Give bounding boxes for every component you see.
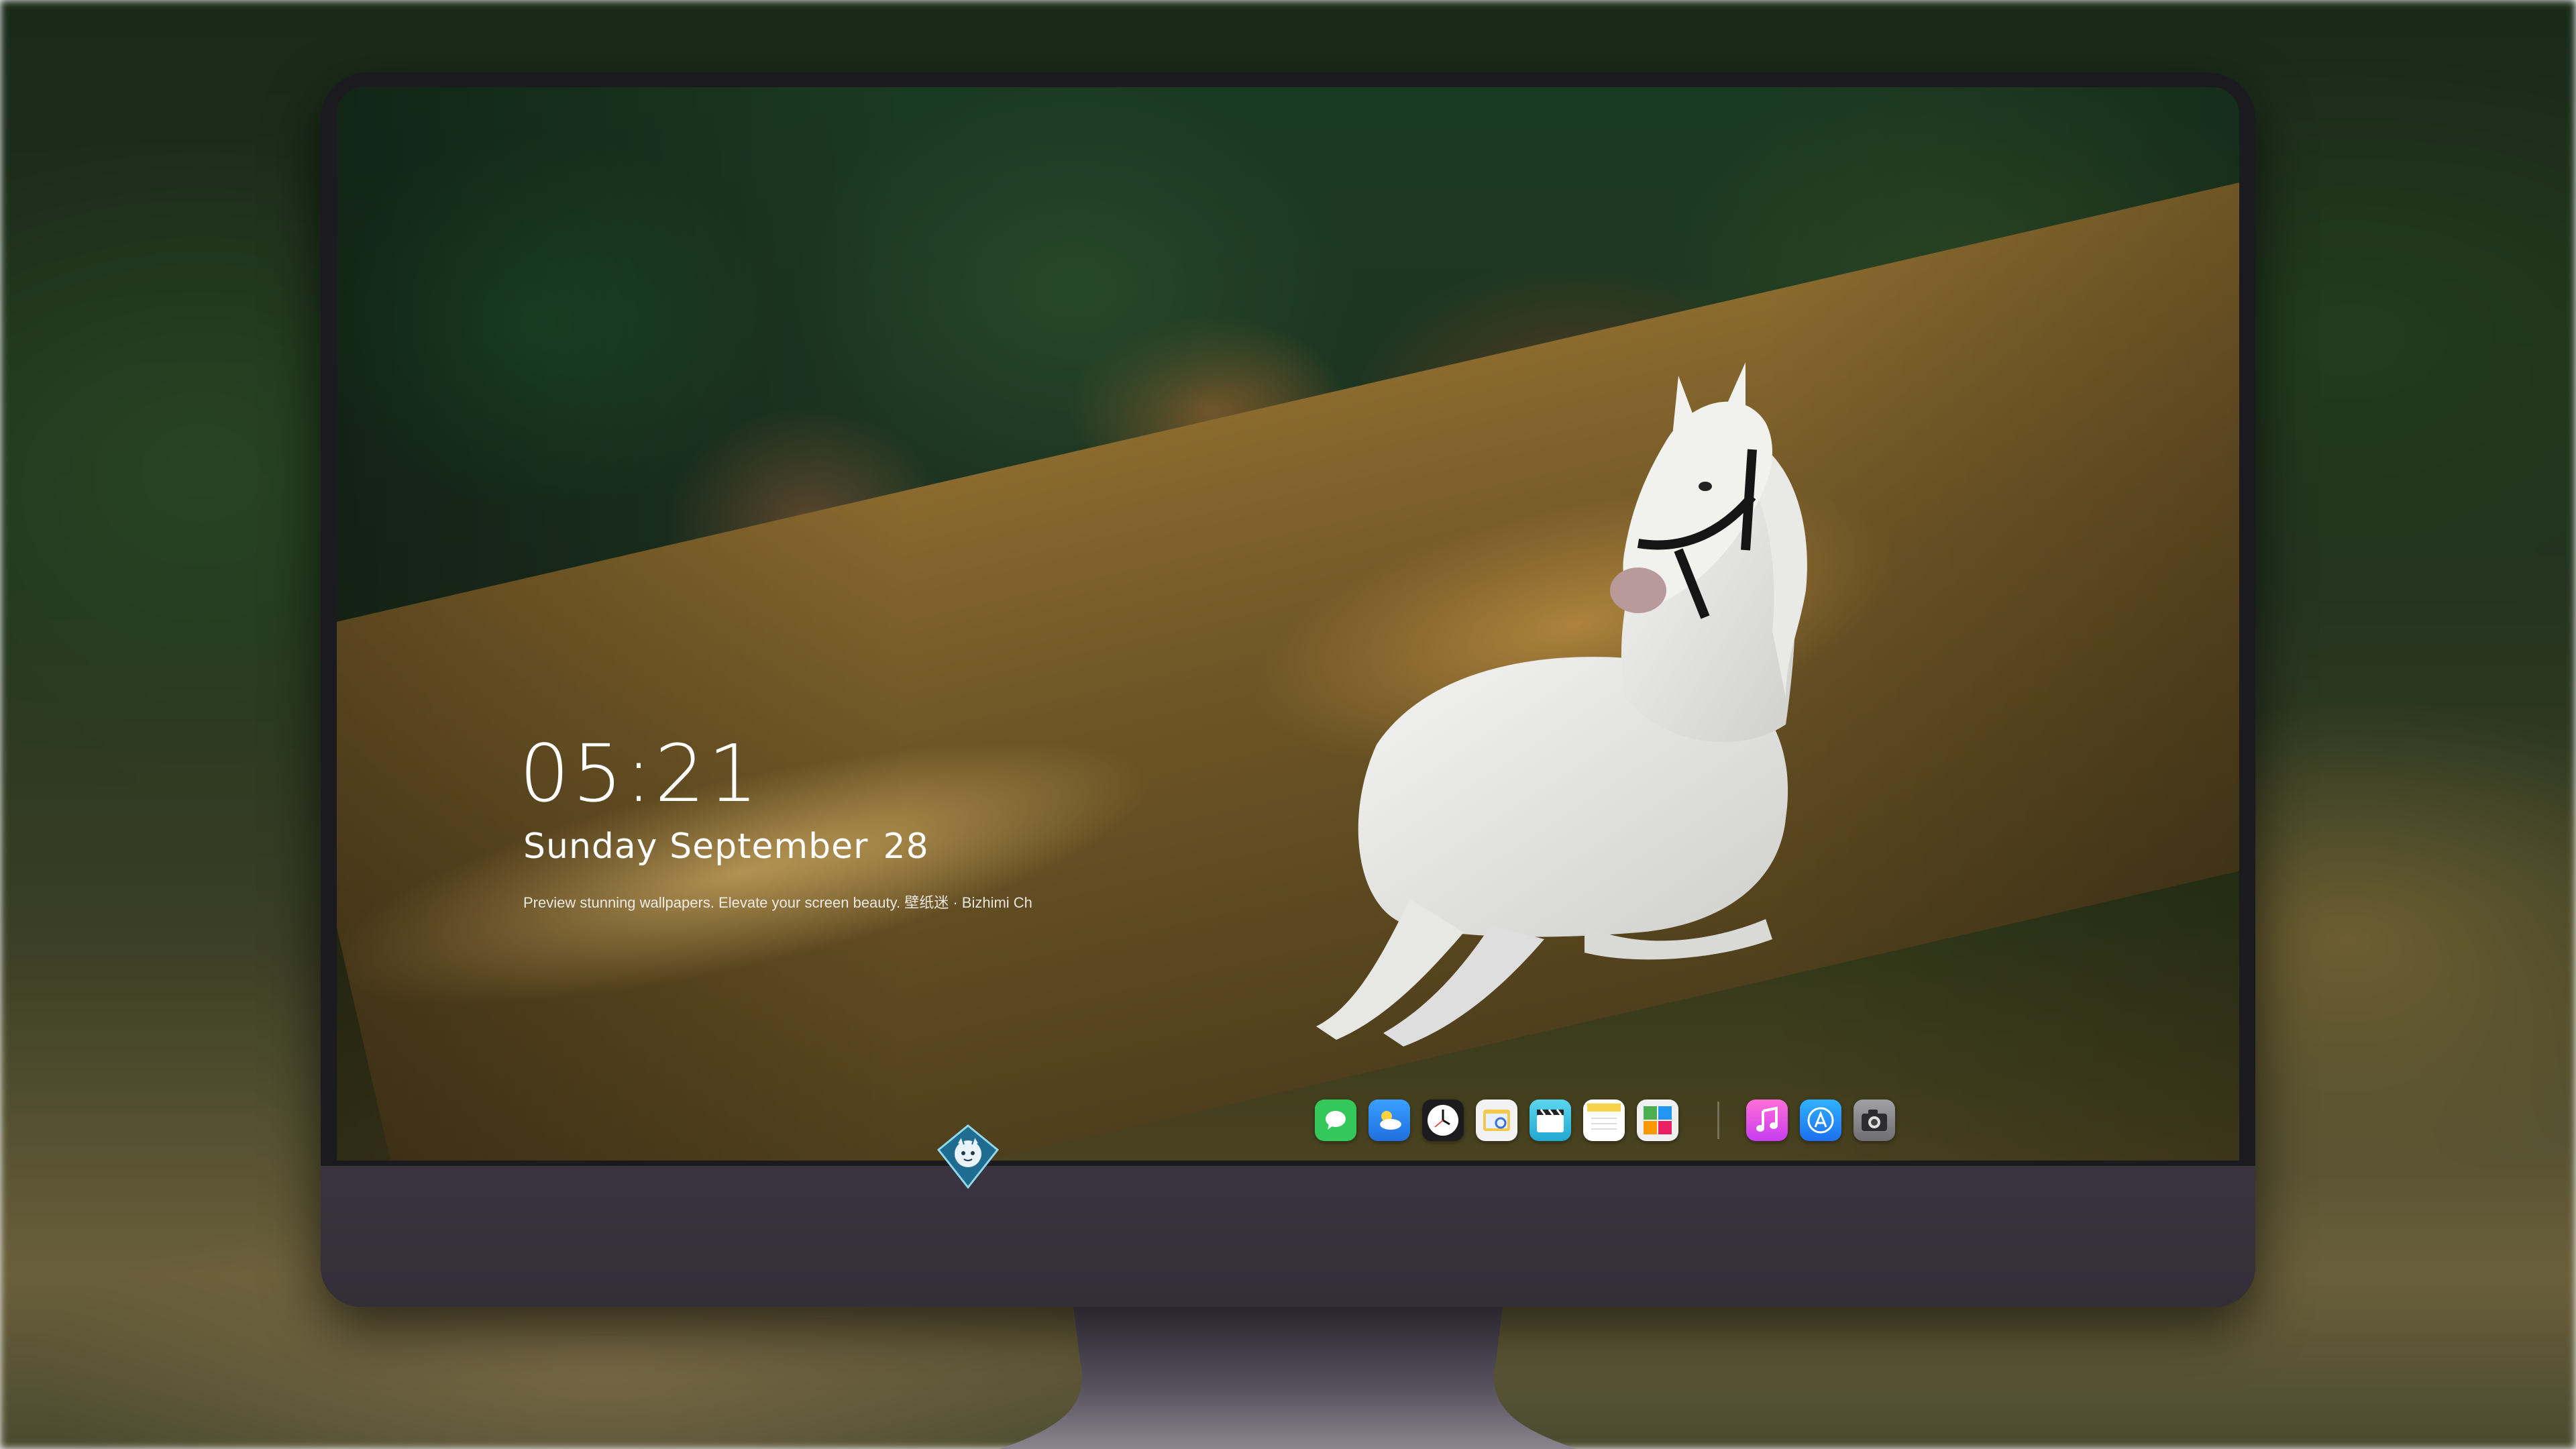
monitor-stand — [1000, 1307, 1576, 1449]
preview-icon[interactable] — [1476, 1099, 1517, 1141]
monitor-chin — [321, 1166, 2255, 1307]
mascot-logo-icon — [936, 1124, 1000, 1189]
lockscreen-time: 05:21 — [519, 727, 761, 820]
dock-separator — [1717, 1102, 1719, 1139]
lockscreen-day: 28 — [883, 826, 929, 867]
lockscreen-weekday-month: Sunday September — [523, 826, 869, 867]
dock — [1315, 1093, 1907, 1147]
music-icon[interactable] — [1746, 1099, 1788, 1141]
monitor: 05:21 Sunday September 28 Preview stunnin… — [321, 72, 2255, 1307]
camera-icon[interactable] — [1854, 1099, 1895, 1141]
photo-booth-icon[interactable] — [1637, 1099, 1678, 1141]
desktop-screen: 05:21 Sunday September 28 Preview stunnin… — [337, 87, 2239, 1161]
notes-icon[interactable] — [1583, 1099, 1625, 1141]
wallpaper-horse — [1316, 362, 1807, 1046]
weather-icon[interactable] — [1368, 1099, 1410, 1141]
app-store-icon[interactable] — [1800, 1099, 1841, 1141]
messages-icon[interactable] — [1315, 1099, 1356, 1141]
clips-icon[interactable] — [1529, 1099, 1571, 1141]
wallpaper-tagline: Preview stunning wallpapers. Elevate you… — [523, 894, 1032, 911]
lockscreen-date: Sunday September 28 — [523, 826, 929, 867]
clock-icon[interactable] — [1422, 1099, 1464, 1141]
